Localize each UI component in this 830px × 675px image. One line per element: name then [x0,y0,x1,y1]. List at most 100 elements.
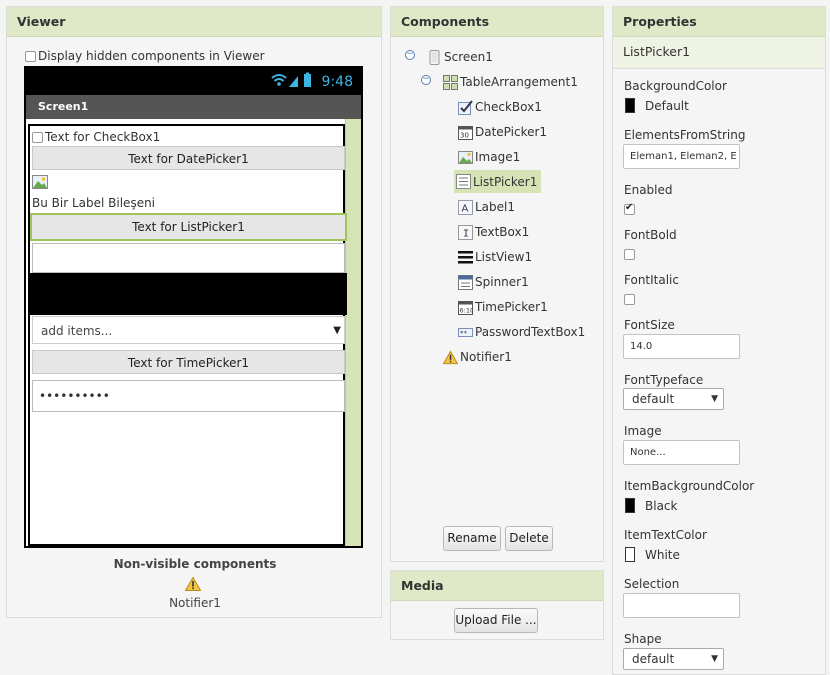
screen-title-bar: Screen1 [26,95,361,119]
enabled-checkbox[interactable] [624,202,635,215]
fonttypeface-label: FontTypeface [624,373,704,387]
fontsize-input[interactable]: 14.0 [623,334,740,359]
checkbox-icon [458,99,473,115]
display-hidden-label: Display hidden components in Viewer [38,49,265,63]
background-color-picker[interactable]: Default [625,98,689,113]
collapse-tablearrangement-toggle[interactable]: − [421,75,431,85]
selection-label: Selection [624,577,680,591]
label-preview: Bu Bir Label Bileşeni [32,196,156,210]
fontsize-label: FontSize [624,318,675,332]
selected-component-name: ListPicker1 [613,37,825,69]
image-preview [32,175,345,193]
fontbold-checkbox[interactable] [624,249,635,260]
delete-button[interactable]: Delete [505,526,553,551]
media-panel: Media Upload File ... [390,570,604,640]
tree-item-tablearrangement1[interactable]: TableArrangement1 [443,72,578,92]
collapse-screen1-toggle[interactable]: − [405,50,415,60]
timepicker-preview[interactable]: Text for TimePicker1 [32,350,345,374]
components-title: Components [391,7,603,37]
enabled-label: Enabled [624,183,673,197]
dropdown-arrow-icon: ▼ [711,654,718,664]
fontbold-label: FontBold [624,228,677,242]
timepicker-icon: 6:10 [458,300,474,315]
svg-text:I: I [463,228,469,239]
color-swatch [625,98,635,113]
table-arrangement-preview: Text for CheckBox1 Text for DatePicker1 … [28,124,347,546]
fonttypeface-select[interactable]: default ▼ [623,388,724,410]
item-text-color-label: ItemTextColor [624,528,707,542]
elements-from-string-label: ElementsFromString [624,128,746,142]
phone-scrollbar[interactable] [345,119,361,546]
phone-preview: 9:48 Screen1 Text for CheckBox1 Text for… [24,66,363,548]
spinner-preview[interactable]: add items... ▼ [32,316,345,344]
tree-item-listpicker1-selected[interactable]: ListPicker1 [454,170,542,193]
listpicker-icon [456,174,471,189]
viewer-panel: Viewer Display hidden components in View… [6,6,382,618]
color-swatch [625,498,635,513]
selection-input[interactable] [623,593,740,618]
image-icon [458,150,473,165]
label-icon: A [458,199,473,215]
warning-icon [442,349,459,365]
checkbox-box[interactable] [32,131,43,143]
item-text-color-picker[interactable]: White [625,547,680,562]
shape-label: Shape [624,632,662,646]
dropdown-arrow-icon: ▼ [333,325,341,336]
media-title: Media [391,571,603,601]
item-bg-color-label: ItemBackgroundColor [624,479,755,493]
status-time: 9:48 [321,73,353,90]
tree-item-image1[interactable]: Image1 [458,147,520,167]
checkbox-text: Text for CheckBox1 [45,130,161,144]
listpicker-preview[interactable]: Text for ListPicker1 [30,213,347,241]
background-color-label: BackgroundColor [624,79,727,93]
tree-item-label1[interactable]: A Label1 [458,197,515,217]
checkbox-preview[interactable]: Text for CheckBox1 [32,130,345,144]
screen-icon [427,49,442,65]
spinner-icon [458,274,473,290]
textbox-icon: I [458,224,473,240]
tree-item-textbox1[interactable]: I TextBox1 [458,222,529,242]
viewer-title: Viewer [7,7,381,37]
password-preview[interactable]: •••••••••• [32,380,345,412]
image-input[interactable]: None... [623,440,740,465]
status-bar: 9:48 [26,68,361,95]
image-label: Image [624,424,662,438]
nonvisible-components-title: Non-visible components [113,557,277,571]
upload-file-button[interactable]: Upload File ... [454,608,538,633]
tree-item-datepicker1[interactable]: 30 DatePicker1 [458,122,547,142]
properties-panel: Properties ListPicker1 BackgroundColor D… [612,6,826,675]
spinner-text: add items... [41,324,113,338]
item-bg-color-picker[interactable]: Black [625,498,677,513]
tree-item-screen1[interactable]: Screen1 [427,47,493,67]
datepicker-preview[interactable]: Text for DatePicker1 [32,146,345,170]
rename-button[interactable]: Rename [443,526,501,551]
fontitalic-checkbox[interactable] [624,294,635,305]
password-icon: ** [458,325,473,340]
display-hidden-components-toggle[interactable]: Display hidden components in Viewer [25,49,265,63]
image-icon [32,175,48,189]
properties-title: Properties [613,7,825,37]
color-swatch [625,547,635,562]
wifi-signal-battery-icon [270,72,316,92]
svg-text:30: 30 [460,131,469,139]
listview-preview[interactable] [30,273,347,315]
elements-from-string-input[interactable]: Eleman1, Eleman2, E [623,144,740,169]
shape-select[interactable]: default ▼ [623,648,724,670]
textbox-preview[interactable] [32,243,345,273]
tree-item-spinner1[interactable]: Spinner1 [458,272,529,292]
svg-text:6:10: 6:10 [460,306,474,314]
components-panel: Components − Screen1 − TableArrangement1… [390,6,604,562]
table-arrangement-icon [443,74,458,90]
tree-item-checkbox1[interactable]: CheckBox1 [458,97,542,117]
tree-item-timepicker1[interactable]: 6:10 TimePicker1 [458,297,548,317]
listview-icon [458,250,473,265]
nonvisible-notifier-label[interactable]: Notifier1 [7,596,383,610]
datepicker-icon: 30 [458,125,473,140]
display-hidden-checkbox[interactable] [25,50,36,62]
tree-item-passwordtextbox1[interactable]: ** PasswordTextBox1 [458,322,585,342]
tree-item-notifier1[interactable]: Notifier1 [442,347,512,367]
dropdown-arrow-icon: ▼ [711,394,718,404]
tree-item-listview1[interactable]: ListView1 [458,247,532,267]
svg-text:**: ** [460,329,468,337]
warning-icon[interactable] [184,576,202,594]
